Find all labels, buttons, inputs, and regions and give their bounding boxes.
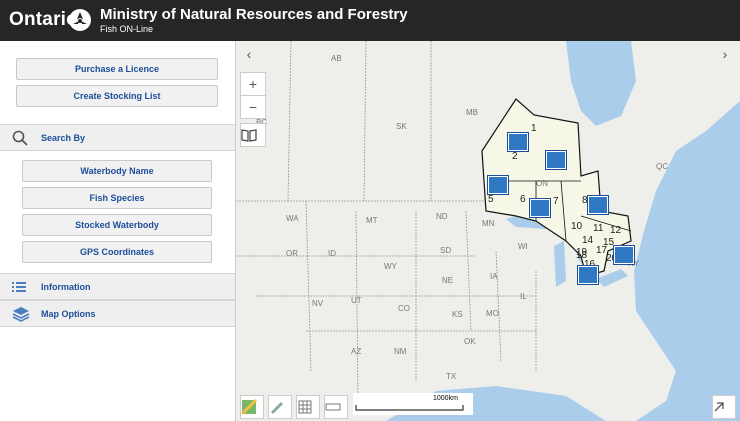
- region-label: ID: [328, 249, 336, 258]
- region-label: WI: [518, 242, 528, 251]
- measure-tool-button[interactable]: [296, 395, 320, 419]
- map-options-header[interactable]: Map Options: [0, 300, 235, 327]
- region-label: SK: [396, 122, 407, 131]
- fish-marker-icon[interactable]: [546, 151, 566, 169]
- information-label: Information: [41, 281, 91, 292]
- collapse-right-button[interactable]: ›: [714, 43, 736, 65]
- zoom-in-button[interactable]: +: [240, 72, 266, 96]
- expand-icon: [714, 402, 724, 412]
- zone-number-label[interactable]: 12: [610, 225, 622, 236]
- expand-corner-button[interactable]: [712, 395, 736, 419]
- region-label: UT: [351, 296, 362, 305]
- scale-label: 1000km: [433, 395, 458, 402]
- basemap: ABSKMBONQCBCWAMTNDMNORIDWYSDWINYNVUTCONE…: [236, 41, 740, 421]
- fish-marker-icon[interactable]: [488, 176, 508, 194]
- zone-number-label[interactable]: 1: [531, 123, 537, 134]
- map-options-label: Map Options: [41, 308, 96, 319]
- trillium-logo-icon: [69, 9, 91, 31]
- region-label: ND: [436, 212, 448, 221]
- zone-number-label[interactable]: 14: [582, 235, 594, 246]
- map-view[interactable]: ABSKMBONQCBCWAMTNDMNORIDWYSDWINYNVUTCONE…: [236, 41, 740, 421]
- fish-marker-icon[interactable]: [578, 266, 598, 284]
- zoom-out-button[interactable]: −: [240, 95, 266, 119]
- book-icon: [241, 129, 257, 142]
- map-layer-icon: [241, 399, 257, 415]
- fish-marker-icon[interactable]: [508, 133, 528, 151]
- ruler-icon: [325, 403, 341, 411]
- ministry-title: Ministry of Natural Resources and Forest…: [100, 6, 408, 23]
- basemap-toggle-button[interactable]: [240, 395, 264, 419]
- zone-number-label[interactable]: 2: [512, 151, 518, 162]
- region-label: WY: [384, 262, 398, 271]
- zone-number-label[interactable]: 5: [488, 194, 494, 205]
- region-label: IL: [520, 292, 527, 301]
- region-label: SD: [440, 246, 451, 255]
- fish-marker-icon[interactable]: [614, 246, 634, 264]
- scale-tool-button[interactable]: [324, 395, 348, 419]
- region-label: OR: [286, 249, 298, 258]
- region-label: MB: [466, 108, 478, 117]
- layers-icon: [12, 306, 30, 322]
- create-stocking-list-button[interactable]: Create Stocking List: [16, 85, 218, 107]
- region-label: MN: [482, 219, 495, 228]
- region-label: NV: [312, 299, 324, 308]
- region-label: TX: [446, 372, 457, 381]
- scale-bar: 1000km: [353, 393, 473, 415]
- app-header: Ontario Ministry of Natural Resources an…: [0, 0, 740, 41]
- region-label: CO: [398, 304, 410, 313]
- region-label: WA: [286, 214, 299, 223]
- search-icon: [12, 130, 28, 146]
- gps-coordinates-button[interactable]: GPS Coordinates: [22, 241, 212, 263]
- zone-number-label[interactable]: 7: [553, 196, 559, 207]
- information-header[interactable]: Information: [0, 273, 235, 300]
- region-label: MT: [366, 216, 378, 225]
- region-label: IA: [490, 272, 498, 281]
- region-label: ON: [536, 179, 548, 188]
- region-label: NM: [394, 347, 407, 356]
- fish-species-button[interactable]: Fish Species: [22, 187, 212, 209]
- region-label: OK: [464, 337, 476, 346]
- zone-number-label[interactable]: 19: [576, 247, 588, 258]
- zone-number-label[interactable]: 6: [520, 194, 526, 205]
- app-subtitle: Fish ON-Line: [100, 24, 154, 34]
- sidebar: Purchase a Licence Create Stocking List …: [0, 41, 236, 421]
- collapse-left-button[interactable]: ‹: [238, 43, 260, 65]
- purchase-licence-button[interactable]: Purchase a Licence: [16, 58, 218, 80]
- waterbody-name-button[interactable]: Waterbody Name: [22, 160, 212, 182]
- zone-number-label[interactable]: 10: [571, 221, 583, 232]
- region-label: AB: [331, 54, 342, 63]
- zone-number-label[interactable]: 11: [593, 223, 604, 234]
- region-label: KS: [452, 310, 463, 319]
- draw-tool-button[interactable]: [268, 395, 292, 419]
- grid-icon: [298, 400, 312, 414]
- region-label: NE: [442, 276, 453, 285]
- fish-marker-icon[interactable]: [530, 199, 550, 217]
- draw-icon: [271, 402, 283, 414]
- region-label: AZ: [351, 347, 361, 356]
- region-label: MO: [486, 309, 499, 318]
- search-by-label: Search By: [41, 132, 86, 143]
- fish-marker-icon[interactable]: [588, 196, 608, 214]
- legend-book-button[interactable]: [240, 123, 266, 147]
- stocked-waterbody-button[interactable]: Stocked Waterbody: [22, 214, 212, 236]
- search-by-header[interactable]: Search By: [0, 124, 235, 151]
- region-label: QC: [656, 162, 668, 171]
- list-icon: [12, 281, 26, 292]
